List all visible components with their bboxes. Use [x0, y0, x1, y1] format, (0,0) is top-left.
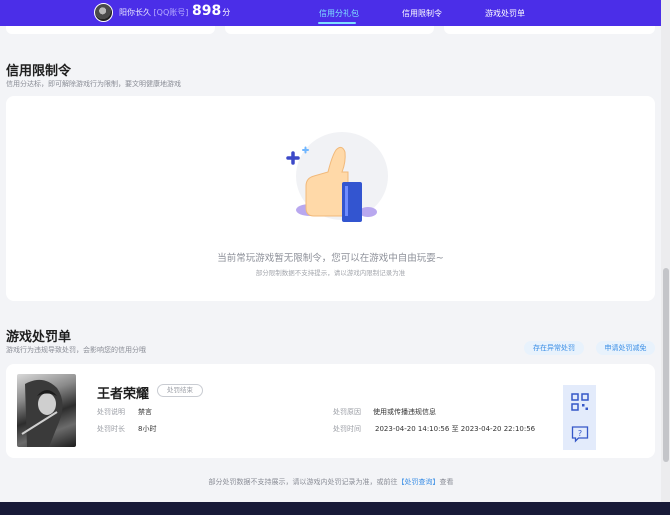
thumbs-up-icon	[286, 132, 388, 222]
restriction-title: 信用限制令	[6, 64, 72, 79]
penalty-duration-label: 处罚时长	[97, 425, 125, 433]
penalty-footnote: 部分处罚数据不支持展示，请以游戏内处罚记录为准，或前往【处罚查询】查看	[0, 477, 662, 487]
qr-code-icon	[570, 392, 589, 411]
scrollbar-thumb[interactable]	[663, 268, 669, 462]
score-value: 898	[192, 3, 222, 19]
help-chat-icon: ?	[571, 426, 588, 443]
svg-text:?: ?	[577, 429, 581, 438]
penalty-desc-label: 处罚说明	[97, 408, 125, 416]
status-badge: 处罚结束	[157, 384, 203, 397]
game-cover-image	[17, 374, 76, 447]
gift-card-2[interactable]	[225, 26, 434, 34]
gift-card-1[interactable]	[6, 26, 215, 34]
qr-code-button[interactable]	[563, 385, 596, 418]
restriction-empty-note: 部分限制数据不支持提示，请以游戏内限制记录为准	[255, 269, 406, 277]
help-button[interactable]: ?	[563, 418, 596, 450]
account-tag: [QQ账号]	[153, 8, 189, 17]
credit-score: 898分	[192, 3, 230, 19]
footnote-tail: 查看	[439, 478, 454, 486]
penalty-duration-value: 8小时	[138, 425, 157, 433]
gift-card-3[interactable]	[444, 26, 655, 34]
penalty-time-label: 处罚时间	[333, 425, 361, 433]
top-nav-bar: 阳你长久 [QQ账号] 898分 信用分礼包 信用限制令 游戏处罚单	[0, 0, 670, 26]
penalty-time-value: 2023-04-20 14:10:56 至 2023-04-20 22:10:5…	[375, 425, 536, 433]
tab-credit-gift[interactable]: 信用分礼包	[319, 8, 359, 19]
penalty-reason-value: 使用或传播违规信息	[373, 408, 436, 416]
nickname-text: 阳你长久	[119, 8, 151, 17]
user-nickname: 阳你长久 [QQ账号]	[119, 7, 188, 18]
penalty-query-link[interactable]: 【处罚查询】	[398, 478, 440, 486]
tab-credit-restriction[interactable]: 信用限制令	[402, 8, 442, 19]
footer-bar	[0, 502, 670, 515]
penalty-reason-label: 处罚原因	[333, 408, 361, 416]
score-unit: 分	[222, 8, 231, 17]
penalty-desc-value: 禁言	[138, 408, 152, 416]
footnote-text: 部分处罚数据不支持展示，请以游戏内处罚记录为准，或前往	[208, 478, 398, 486]
penalty-title: 游戏处罚单	[6, 330, 72, 345]
apply-reduction-button[interactable]: 申请处罚减免	[596, 341, 655, 355]
active-tab-indicator	[318, 22, 356, 24]
restriction-empty-message: 当前常玩游戏暂无限制令，您可以在游戏中自由玩耍~	[217, 253, 444, 264]
penalty-subtitle: 游戏行为违规导致处罚，会影响您的信用分哦	[6, 346, 146, 354]
avatar[interactable]	[94, 3, 113, 22]
abnormal-penalty-button[interactable]: 存在异常处罚	[524, 341, 584, 355]
restriction-subtitle: 信用分达标，即可解除游戏行为限制，要文明健康地游戏	[6, 80, 181, 88]
tab-game-penalty[interactable]: 游戏处罚单	[485, 8, 525, 19]
game-name: 王者荣耀	[97, 387, 150, 402]
